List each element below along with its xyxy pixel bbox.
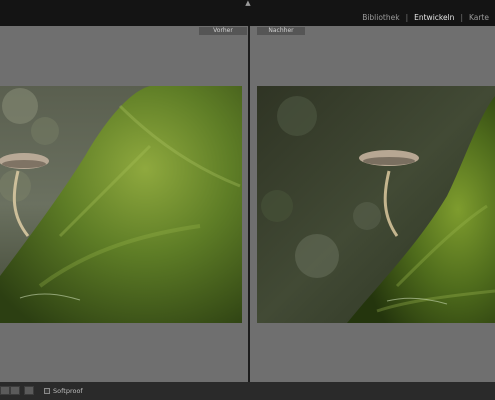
module-picker: Bibliothek | Entwickeln | Karte <box>356 10 495 24</box>
before-image <box>0 86 242 323</box>
before-label: Vorher <box>199 27 247 35</box>
after-image <box>257 86 495 323</box>
collapse-top-panel-icon[interactable]: ▲ <box>243 0 253 7</box>
before-photo[interactable] <box>0 86 242 323</box>
loupe-view-button[interactable] <box>0 386 10 395</box>
after-label: Nachher <box>257 27 305 35</box>
after-photo[interactable] <box>257 86 495 323</box>
before-after-view-button[interactable] <box>10 386 20 395</box>
softproof-toggle[interactable]: Softproof <box>44 386 83 396</box>
toolbar: Softproof <box>0 382 495 400</box>
swap-settings-button[interactable] <box>24 386 34 395</box>
softproof-checkbox[interactable] <box>44 388 50 394</box>
softproof-label: Softproof <box>53 387 83 395</box>
before-pane: Vorher <box>0 26 249 382</box>
module-develop[interactable]: Entwickeln <box>408 13 460 22</box>
after-pane: Nachher <box>250 26 495 382</box>
module-map[interactable]: Karte <box>463 13 495 22</box>
module-library[interactable]: Bibliothek <box>356 13 405 22</box>
module-bar: ▲ Bibliothek | Entwickeln | Karte <box>0 0 495 26</box>
